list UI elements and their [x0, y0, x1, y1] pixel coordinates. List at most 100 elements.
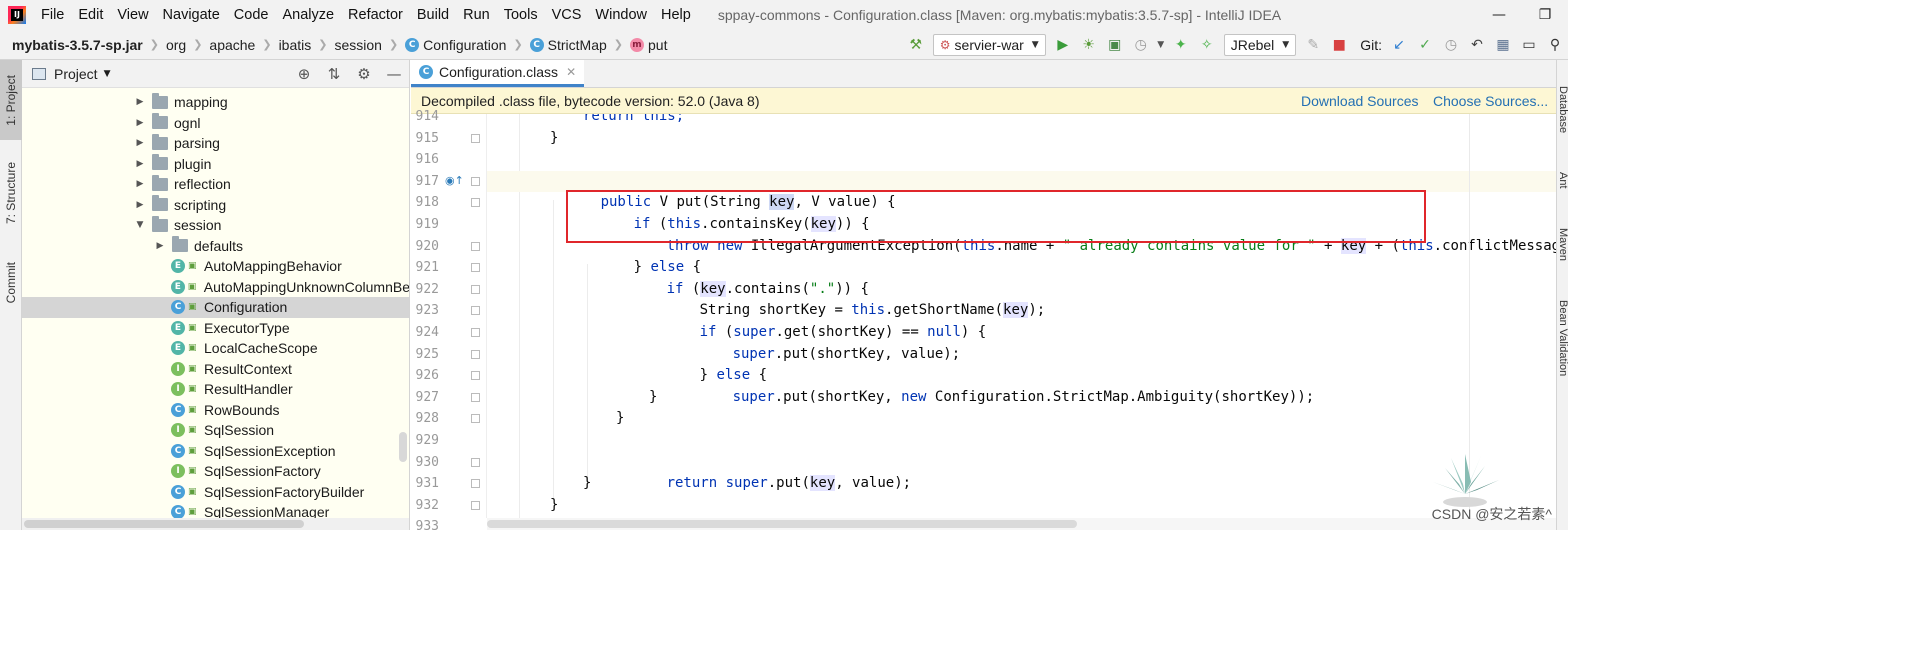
fold-marker-icon[interactable]	[471, 284, 480, 294]
fold-marker-icon[interactable]	[471, 414, 480, 424]
fold-marker-icon[interactable]	[471, 500, 480, 510]
tree-item[interactable]: E ▣ AutoMappingBehavior	[22, 256, 409, 277]
expand-right-icon[interactable]: ▶	[154, 241, 166, 251]
close-icon[interactable]: ✕	[566, 65, 576, 79]
scrollbar-thumb[interactable]	[487, 520, 1077, 528]
fold-marker-icon[interactable]	[471, 176, 480, 186]
tree-item[interactable]: E ▣ AutoMappingUnknownColumnBe	[22, 277, 409, 298]
menu-tools[interactable]: Tools	[497, 0, 545, 30]
tree-item[interactable]: C ▣ SqlSessionFactoryBuilder	[22, 482, 409, 503]
collapse-all-icon[interactable]: ⇅	[319, 61, 349, 87]
search-icon[interactable]: ⚲	[1542, 32, 1568, 58]
tree-item[interactable]: E ▣ LocalCacheScope	[22, 338, 409, 359]
fold-marker-icon[interactable]	[471, 133, 480, 143]
editor-horizontal-scrollbar[interactable]	[487, 518, 1556, 530]
jrebel-debug-icon[interactable]: ✧	[1194, 32, 1220, 58]
tab-configuration-class[interactable]: C Configuration.class ✕	[411, 60, 585, 87]
project-structure-icon[interactable]: ▦	[1490, 32, 1516, 58]
tree-item[interactable]: ▶ parsing	[22, 133, 409, 154]
tree-item[interactable]: I ▣ ResultHandler	[22, 379, 409, 400]
git-commit-icon[interactable]: ✓	[1412, 32, 1438, 58]
jrebel-run-icon[interactable]: ✦	[1168, 32, 1194, 58]
commit-tool-tab[interactable]: Commit	[0, 248, 22, 318]
expand-right-icon[interactable]: ▶	[134, 97, 146, 107]
hide-panel-icon[interactable]: —	[379, 61, 409, 87]
fold-marker-icon[interactable]	[471, 306, 480, 316]
more-run-chevron-icon[interactable]: ▼	[1154, 32, 1168, 58]
fold-marker-icon[interactable]	[471, 263, 480, 273]
menu-refactor[interactable]: Refactor	[341, 0, 410, 30]
tree-item[interactable]: E ▣ ExecutorType	[22, 318, 409, 339]
project-tool-tab[interactable]: 1: Project	[0, 60, 22, 140]
breadcrumb-strictmap[interactable]: C StrictMap	[529, 37, 607, 53]
choose-sources-link[interactable]: Choose Sources...	[1433, 93, 1548, 109]
minimize-icon[interactable]: —	[1476, 0, 1522, 30]
run-with-coverage-icon[interactable]: ▣	[1102, 32, 1128, 58]
fold-marker-icon[interactable]	[471, 241, 480, 251]
expand-down-icon[interactable]: ▼	[134, 220, 146, 230]
menu-edit[interactable]: Edit	[71, 0, 110, 30]
tree-item[interactable]: ▶ scripting	[22, 195, 409, 216]
expand-right-icon[interactable]: ▶	[134, 159, 146, 169]
menu-file[interactable]: File	[34, 0, 71, 30]
code-area[interactable]: return this; } public V put(String key, …	[487, 114, 1556, 518]
tree-item[interactable]: C ▣ RowBounds	[22, 400, 409, 421]
stop-icon[interactable]: ■	[1326, 32, 1352, 58]
run-icon[interactable]: ▶	[1050, 32, 1076, 58]
chevron-down-icon[interactable]: ▼	[104, 69, 111, 79]
database-tool-tab[interactable]: Database	[1557, 86, 1568, 133]
tree-item[interactable]: ▶ defaults	[22, 236, 409, 257]
breadcrumb-put[interactable]: m put	[630, 37, 667, 53]
breadcrumb-org[interactable]: org	[166, 37, 186, 53]
fold-marker-icon[interactable]	[471, 349, 480, 359]
menu-navigate[interactable]: Navigate	[156, 0, 227, 30]
run-configuration-select[interactable]: ⚙ servier-war ▼	[932, 34, 1046, 56]
breadcrumb-jar[interactable]: mybatis-3.5.7-sp.jar	[12, 37, 143, 53]
expand-right-icon[interactable]: ▶	[134, 200, 146, 210]
menu-help[interactable]: Help	[654, 0, 698, 30]
menu-vcs[interactable]: VCS	[545, 0, 589, 30]
tree-item[interactable]: C ▣ SqlSessionManager	[22, 502, 409, 518]
fold-marker-icon[interactable]	[471, 328, 480, 337]
fold-marker-icon[interactable]	[471, 392, 480, 402]
tree-vertical-scrollbar[interactable]	[399, 432, 407, 462]
fold-marker-icon[interactable]	[471, 457, 480, 467]
fold-marker-icon[interactable]	[471, 479, 480, 489]
tree-item[interactable]: ▶ reflection	[22, 174, 409, 195]
debug-icon[interactable]: ☀	[1076, 32, 1102, 58]
tree-item[interactable]: I ▣ SqlSessionFactory	[22, 461, 409, 482]
tree-item[interactable]: ▼ session	[22, 215, 409, 236]
maven-tool-tab[interactable]: Maven	[1557, 228, 1568, 261]
jrebel-select[interactable]: JRebel ▼	[1223, 34, 1297, 56]
tree-item[interactable]: ▶ ognl	[22, 113, 409, 134]
scrollbar-thumb[interactable]	[24, 520, 304, 528]
profile-icon[interactable]: ◷	[1128, 32, 1154, 58]
gear-icon[interactable]: ⚙	[349, 61, 379, 87]
restore-icon[interactable]: ❐	[1522, 0, 1568, 30]
breadcrumb-ibatis[interactable]: ibatis	[279, 37, 312, 53]
menu-window[interactable]: Window	[588, 0, 654, 30]
git-rollback-icon[interactable]: ↶	[1464, 32, 1490, 58]
menu-analyze[interactable]: Analyze	[275, 0, 341, 30]
menu-code[interactable]: Code	[227, 0, 276, 30]
tree-horizontal-scrollbar[interactable]	[22, 518, 409, 530]
tree-item[interactable]: C ▣ SqlSessionException	[22, 441, 409, 462]
expand-right-icon[interactable]: ▶	[134, 179, 146, 189]
expand-right-icon[interactable]: ▶	[134, 138, 146, 148]
terminal-icon[interactable]: ▭	[1516, 32, 1542, 58]
overrides-method-icon[interactable]: ◉↑	[445, 174, 464, 187]
menu-run[interactable]: Run	[456, 0, 497, 30]
download-sources-link[interactable]: Download Sources	[1301, 93, 1419, 109]
tree-item[interactable]: I ▣ SqlSession	[22, 420, 409, 441]
breadcrumb-apache[interactable]: apache	[209, 37, 255, 53]
git-history-icon[interactable]: ◷	[1438, 32, 1464, 58]
tree-item[interactable]: C ▣ Configuration	[22, 297, 409, 318]
expand-right-icon[interactable]: ▶	[134, 118, 146, 128]
attach-icon[interactable]: ✎	[1300, 32, 1326, 58]
ant-tool-tab[interactable]: Ant	[1557, 172, 1568, 189]
breadcrumb-configuration[interactable]: C Configuration	[405, 37, 506, 53]
tree-item[interactable]: ▶ plugin	[22, 154, 409, 175]
menu-view[interactable]: View	[110, 0, 155, 30]
build-hammer-icon[interactable]: ⚒	[903, 32, 929, 58]
structure-tool-tab[interactable]: 7: Structure	[0, 148, 22, 238]
